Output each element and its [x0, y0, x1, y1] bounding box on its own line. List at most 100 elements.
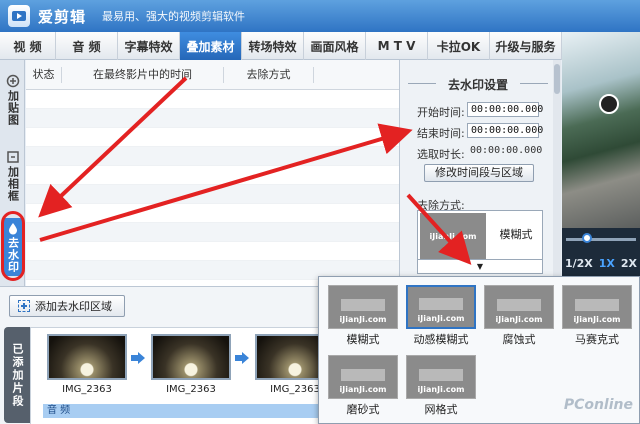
settings-title: 去水印设置 — [447, 78, 508, 92]
clip-name: IMG_2363 — [166, 384, 216, 395]
table-body — [26, 90, 399, 280]
arrow-right-icon — [235, 352, 249, 364]
style-name: 腐蚀式 — [502, 333, 536, 346]
clip-item[interactable]: IMG_2363 — [47, 334, 127, 395]
tab-6[interactable]: M T V — [366, 32, 428, 60]
removal-style-option[interactable]: iJianJi.com 动感模糊式 — [406, 285, 476, 347]
style-preview-thumb: iJianJi.com — [484, 285, 554, 329]
speed-option-2[interactable]: 2X — [621, 257, 637, 270]
style-preview-thumb: iJianJi.com — [406, 285, 476, 329]
table-row[interactable] — [26, 90, 399, 109]
end-time-input[interactable]: 00:00:00.000 — [467, 123, 543, 138]
start-time-label: 开始时间: — [417, 106, 465, 119]
style-preview-thumb: iJianJi.com — [406, 355, 476, 399]
removal-style-option[interactable]: iJianJi.com 网格式 — [406, 355, 476, 417]
tab-2[interactable]: 字幕特效 — [118, 32, 180, 60]
style-name: 模糊式 — [346, 333, 380, 346]
sidebar-item-add-sticker[interactable]: 加贴图 — [2, 74, 23, 126]
table-row[interactable] — [26, 242, 399, 261]
scrollbar-thumb[interactable] — [554, 64, 560, 94]
arrow-right-icon — [131, 352, 145, 364]
clip-thumbnail — [151, 334, 231, 380]
tab-0[interactable]: 视 频 — [0, 32, 56, 60]
speed-option-0[interactable]: 1/2X — [565, 257, 593, 270]
style-preview-thumb: iJianJi.com — [328, 355, 398, 399]
table-row[interactable] — [26, 109, 399, 128]
style-thumb-mark: iJianJi.com — [339, 385, 387, 394]
tab-5[interactable]: 画面风格 — [304, 32, 366, 60]
preview-frame — [562, 32, 640, 228]
app-slogan: 最易用、强大的视频剪辑软件 — [102, 10, 246, 23]
column-header-status[interactable]: 状态 — [26, 66, 62, 83]
thumb-watermark-text: iJianJi.com — [429, 231, 477, 241]
removal-style-option[interactable]: iJianJi.com 腐蚀式 — [484, 285, 554, 347]
tab-8[interactable]: 升级与服务 — [490, 32, 562, 60]
style-thumb-mark: iJianJi.com — [339, 315, 387, 324]
table-row[interactable] — [26, 185, 399, 204]
removal-style-option[interactable]: iJianJi.com 磨砂式 — [328, 355, 398, 417]
style-preview-thumb: iJianJi.com — [562, 285, 632, 329]
record-indicator-icon — [599, 94, 619, 114]
style-blur-sample — [575, 299, 619, 311]
app-logo-icon — [8, 5, 30, 27]
column-header-time[interactable]: 在最终影片中的时间 — [62, 66, 224, 83]
playback-speed-row: 1/2X 1X 2X — [562, 252, 640, 274]
add-watermark-region-button[interactable]: 添加去水印区域 — [9, 295, 125, 317]
annotation-highlight-oval — [1, 211, 25, 281]
modify-time-region-button[interactable]: 修改时间段与区域 — [424, 164, 534, 182]
tab-7[interactable]: 卡拉OK — [428, 32, 490, 60]
added-clips-tab-label: 已添加片段 — [11, 342, 24, 408]
added-clips-tab[interactable]: 已添加片段 — [4, 327, 30, 423]
style-blur-sample — [341, 299, 385, 311]
tab-1[interactable]: 音 频 — [56, 32, 118, 60]
seek-knob[interactable] — [582, 233, 592, 243]
settings-scrollbar[interactable] — [553, 60, 561, 286]
chevron-down-icon[interactable]: ▼ — [417, 260, 543, 274]
table-header: 状态 在最终影片中的时间 去除方式 — [26, 60, 399, 90]
title-bar: 爱剪辑 最易用、强大的视频剪辑软件 — [0, 0, 640, 32]
start-time-input[interactable]: 00:00:00.000 — [467, 102, 543, 117]
add-region-icon — [18, 300, 30, 312]
table-row[interactable] — [26, 166, 399, 185]
style-blur-sample — [341, 369, 385, 381]
style-blur-sample — [419, 369, 463, 381]
style-preview-thumb: iJianJi.com — [328, 285, 398, 329]
column-header-method[interactable]: 去除方式 — [224, 66, 314, 83]
table-row[interactable] — [26, 147, 399, 166]
style-name: 动感模糊式 — [413, 333, 469, 346]
removal-style-option[interactable]: iJianJi.com 模糊式 — [328, 285, 398, 347]
duration-value: 00:00:00.000 — [470, 145, 543, 156]
watermark-list-table: 状态 在最终影片中的时间 去除方式 — [26, 60, 399, 286]
watermark-settings-panel: 去水印设置 开始时间: 00:00:00.000 结束时间: 00:00:00.… — [399, 60, 561, 286]
speed-option-1[interactable]: 1X — [599, 257, 615, 270]
settings-title-wrap: 去水印设置 — [408, 76, 548, 93]
removal-style-option[interactable]: iJianJi.com 马赛克式 — [562, 285, 632, 347]
style-name: 网格式 — [424, 403, 458, 416]
app-name: 爱剪辑 — [38, 7, 87, 26]
style-thumb-mark: iJianJi.com — [417, 385, 465, 394]
sidebar-item-label: 加贴图 — [6, 90, 20, 126]
tab-3[interactable]: 叠加素材 — [180, 32, 242, 60]
seek-bar[interactable] — [566, 238, 636, 241]
removal-method-value: 模糊式 — [499, 228, 533, 241]
style-blur-sample — [497, 299, 541, 311]
duration-label: 选取时长: — [417, 148, 465, 161]
clip-item[interactable]: IMG_2363 — [151, 334, 231, 395]
style-blur-sample — [419, 298, 463, 310]
left-sidebar: 加贴图 加相框 去水印 — [0, 60, 25, 286]
clip-name: IMG_2363 — [62, 384, 112, 395]
table-row[interactable] — [26, 223, 399, 242]
style-thumb-mark: iJianJi.com — [573, 315, 621, 324]
method-preview-thumb: iJianJi.com — [420, 213, 486, 259]
removal-method-select[interactable]: iJianJi.com 模糊式 — [417, 210, 543, 260]
table-row[interactable] — [26, 128, 399, 147]
sidebar-item-add-frame[interactable]: 加相框 — [2, 150, 23, 202]
brand-watermark: PConline — [563, 397, 633, 413]
end-time-label: 结束时间: — [417, 127, 465, 140]
table-row[interactable] — [26, 204, 399, 223]
removal-style-popup: PConline iJianJi.com 模糊式 iJianJi.com 动感模糊式 i… — [318, 276, 640, 424]
style-thumb-mark: iJianJi.com — [495, 315, 543, 324]
tab-4[interactable]: 转场特效 — [242, 32, 304, 60]
main-tabs: 视 频音 频字幕特效 叠加素材 转场特效 画面风格 M T V 卡拉OK 升级与服务 — [0, 32, 562, 60]
sidebar-item-label: 加相框 — [6, 166, 20, 202]
